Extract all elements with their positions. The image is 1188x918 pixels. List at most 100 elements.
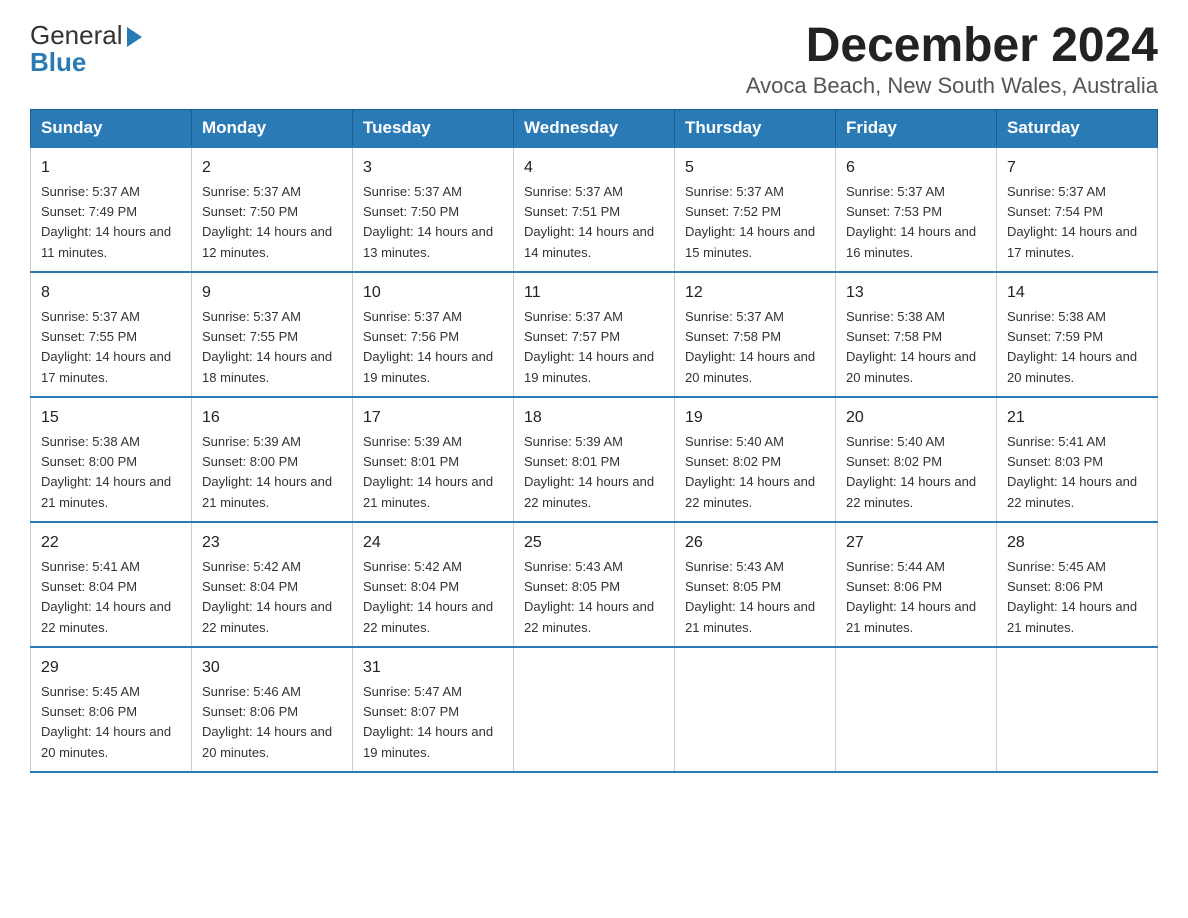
calendar-title: December 2024 (746, 20, 1158, 73)
day-number: 2 (202, 156, 342, 180)
day-number: 20 (846, 406, 986, 430)
calendar-subtitle: Avoca Beach, New South Wales, Australia (746, 73, 1158, 99)
list-item: 17 Sunrise: 5:39 AMSunset: 8:01 PMDaylig… (353, 397, 514, 522)
day-info: Sunrise: 5:41 AMSunset: 8:04 PMDaylight:… (41, 559, 171, 635)
list-item (997, 647, 1158, 772)
calendar-table: Sunday Monday Tuesday Wednesday Thursday… (30, 109, 1158, 773)
day-number: 1 (41, 156, 181, 180)
list-item: 28 Sunrise: 5:45 AMSunset: 8:06 PMDaylig… (997, 522, 1158, 647)
day-info: Sunrise: 5:42 AMSunset: 8:04 PMDaylight:… (202, 559, 332, 635)
day-info: Sunrise: 5:37 AMSunset: 7:54 PMDaylight:… (1007, 184, 1137, 260)
logo-blue: Blue (30, 47, 86, 78)
day-number: 16 (202, 406, 342, 430)
day-info: Sunrise: 5:46 AMSunset: 8:06 PMDaylight:… (202, 684, 332, 760)
day-number: 5 (685, 156, 825, 180)
day-info: Sunrise: 5:37 AMSunset: 7:49 PMDaylight:… (41, 184, 171, 260)
col-monday: Monday (192, 109, 353, 147)
list-item: 27 Sunrise: 5:44 AMSunset: 8:06 PMDaylig… (836, 522, 997, 647)
day-number: 3 (363, 156, 503, 180)
day-info: Sunrise: 5:37 AMSunset: 7:57 PMDaylight:… (524, 309, 654, 385)
page-header: General Blue December 2024 Avoca Beach, … (30, 20, 1158, 99)
list-item (836, 647, 997, 772)
day-number: 11 (524, 281, 664, 305)
day-info: Sunrise: 5:37 AMSunset: 7:52 PMDaylight:… (685, 184, 815, 260)
day-number: 22 (41, 531, 181, 555)
day-info: Sunrise: 5:37 AMSunset: 7:50 PMDaylight:… (202, 184, 332, 260)
logo: General Blue (30, 20, 142, 78)
list-item: 15 Sunrise: 5:38 AMSunset: 8:00 PMDaylig… (31, 397, 192, 522)
day-number: 15 (41, 406, 181, 430)
day-number: 6 (846, 156, 986, 180)
list-item: 21 Sunrise: 5:41 AMSunset: 8:03 PMDaylig… (997, 397, 1158, 522)
day-info: Sunrise: 5:39 AMSunset: 8:00 PMDaylight:… (202, 434, 332, 510)
day-number: 25 (524, 531, 664, 555)
list-item: 16 Sunrise: 5:39 AMSunset: 8:00 PMDaylig… (192, 397, 353, 522)
day-info: Sunrise: 5:38 AMSunset: 7:58 PMDaylight:… (846, 309, 976, 385)
list-item: 22 Sunrise: 5:41 AMSunset: 8:04 PMDaylig… (31, 522, 192, 647)
col-tuesday: Tuesday (353, 109, 514, 147)
day-info: Sunrise: 5:45 AMSunset: 8:06 PMDaylight:… (41, 684, 171, 760)
list-item: 6 Sunrise: 5:37 AMSunset: 7:53 PMDayligh… (836, 147, 997, 272)
list-item (675, 647, 836, 772)
day-number: 7 (1007, 156, 1147, 180)
list-item: 8 Sunrise: 5:37 AMSunset: 7:55 PMDayligh… (31, 272, 192, 397)
title-block: December 2024 Avoca Beach, New South Wal… (746, 20, 1158, 99)
list-item: 2 Sunrise: 5:37 AMSunset: 7:50 PMDayligh… (192, 147, 353, 272)
day-info: Sunrise: 5:37 AMSunset: 7:50 PMDaylight:… (363, 184, 493, 260)
day-number: 28 (1007, 531, 1147, 555)
day-info: Sunrise: 5:38 AMSunset: 7:59 PMDaylight:… (1007, 309, 1137, 385)
list-item: 25 Sunrise: 5:43 AMSunset: 8:05 PMDaylig… (514, 522, 675, 647)
list-item: 30 Sunrise: 5:46 AMSunset: 8:06 PMDaylig… (192, 647, 353, 772)
list-item: 23 Sunrise: 5:42 AMSunset: 8:04 PMDaylig… (192, 522, 353, 647)
list-item: 12 Sunrise: 5:37 AMSunset: 7:58 PMDaylig… (675, 272, 836, 397)
day-info: Sunrise: 5:39 AMSunset: 8:01 PMDaylight:… (524, 434, 654, 510)
day-number: 31 (363, 656, 503, 680)
day-number: 30 (202, 656, 342, 680)
day-info: Sunrise: 5:37 AMSunset: 7:51 PMDaylight:… (524, 184, 654, 260)
day-number: 26 (685, 531, 825, 555)
day-number: 29 (41, 656, 181, 680)
list-item: 20 Sunrise: 5:40 AMSunset: 8:02 PMDaylig… (836, 397, 997, 522)
table-row: 15 Sunrise: 5:38 AMSunset: 8:00 PMDaylig… (31, 397, 1158, 522)
table-row: 8 Sunrise: 5:37 AMSunset: 7:55 PMDayligh… (31, 272, 1158, 397)
list-item: 18 Sunrise: 5:39 AMSunset: 8:01 PMDaylig… (514, 397, 675, 522)
day-info: Sunrise: 5:39 AMSunset: 8:01 PMDaylight:… (363, 434, 493, 510)
day-info: Sunrise: 5:47 AMSunset: 8:07 PMDaylight:… (363, 684, 493, 760)
day-number: 21 (1007, 406, 1147, 430)
day-info: Sunrise: 5:43 AMSunset: 8:05 PMDaylight:… (685, 559, 815, 635)
table-row: 29 Sunrise: 5:45 AMSunset: 8:06 PMDaylig… (31, 647, 1158, 772)
day-info: Sunrise: 5:37 AMSunset: 7:58 PMDaylight:… (685, 309, 815, 385)
day-number: 10 (363, 281, 503, 305)
col-thursday: Thursday (675, 109, 836, 147)
list-item: 10 Sunrise: 5:37 AMSunset: 7:56 PMDaylig… (353, 272, 514, 397)
day-number: 23 (202, 531, 342, 555)
day-info: Sunrise: 5:40 AMSunset: 8:02 PMDaylight:… (846, 434, 976, 510)
day-number: 17 (363, 406, 503, 430)
logo-arrow-icon (127, 27, 142, 47)
list-item: 1 Sunrise: 5:37 AMSunset: 7:49 PMDayligh… (31, 147, 192, 272)
list-item: 4 Sunrise: 5:37 AMSunset: 7:51 PMDayligh… (514, 147, 675, 272)
day-info: Sunrise: 5:43 AMSunset: 8:05 PMDaylight:… (524, 559, 654, 635)
col-sunday: Sunday (31, 109, 192, 147)
list-item (514, 647, 675, 772)
day-info: Sunrise: 5:40 AMSunset: 8:02 PMDaylight:… (685, 434, 815, 510)
list-item: 14 Sunrise: 5:38 AMSunset: 7:59 PMDaylig… (997, 272, 1158, 397)
table-row: 1 Sunrise: 5:37 AMSunset: 7:49 PMDayligh… (31, 147, 1158, 272)
day-info: Sunrise: 5:45 AMSunset: 8:06 PMDaylight:… (1007, 559, 1137, 635)
day-number: 8 (41, 281, 181, 305)
day-number: 18 (524, 406, 664, 430)
day-number: 9 (202, 281, 342, 305)
day-number: 4 (524, 156, 664, 180)
day-number: 14 (1007, 281, 1147, 305)
list-item: 9 Sunrise: 5:37 AMSunset: 7:55 PMDayligh… (192, 272, 353, 397)
list-item: 19 Sunrise: 5:40 AMSunset: 8:02 PMDaylig… (675, 397, 836, 522)
calendar-header-row: Sunday Monday Tuesday Wednesday Thursday… (31, 109, 1158, 147)
day-info: Sunrise: 5:37 AMSunset: 7:55 PMDaylight:… (202, 309, 332, 385)
col-friday: Friday (836, 109, 997, 147)
list-item: 13 Sunrise: 5:38 AMSunset: 7:58 PMDaylig… (836, 272, 997, 397)
day-info: Sunrise: 5:41 AMSunset: 8:03 PMDaylight:… (1007, 434, 1137, 510)
table-row: 22 Sunrise: 5:41 AMSunset: 8:04 PMDaylig… (31, 522, 1158, 647)
list-item: 31 Sunrise: 5:47 AMSunset: 8:07 PMDaylig… (353, 647, 514, 772)
day-info: Sunrise: 5:38 AMSunset: 8:00 PMDaylight:… (41, 434, 171, 510)
day-info: Sunrise: 5:37 AMSunset: 7:53 PMDaylight:… (846, 184, 976, 260)
